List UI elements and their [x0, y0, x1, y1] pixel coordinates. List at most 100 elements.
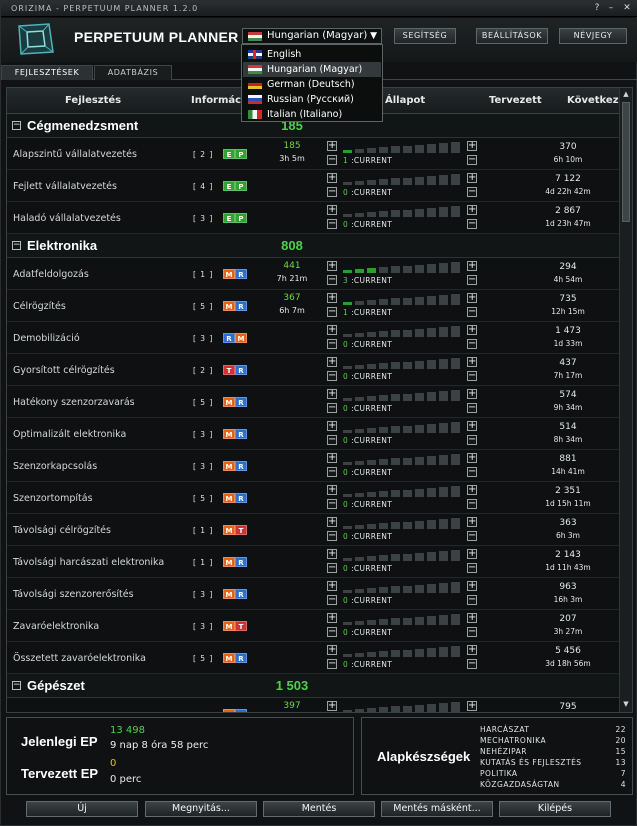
help-button[interactable]: SEGÍTSÉG — [394, 28, 456, 44]
collapse-toggle-icon[interactable]: − — [12, 121, 21, 130]
plus-button[interactable]: + — [467, 613, 477, 623]
list-item[interactable]: Demobilizáció[ 3 ] R M + − + −0:CURRENT 1 473 1d… — [7, 322, 619, 354]
col-name[interactable]: Fejlesztés — [65, 95, 121, 106]
language-option-russian[interactable]: Russian (Русский) — [243, 92, 381, 107]
about-button[interactable]: NÉVJEGY — [559, 28, 627, 44]
minus-button[interactable]: − — [327, 659, 337, 669]
minus-button[interactable]: − — [467, 403, 477, 413]
new-button[interactable]: Új — [26, 801, 138, 817]
minus-button[interactable]: − — [327, 403, 337, 413]
minus-button[interactable]: − — [327, 595, 337, 605]
list-item[interactable]: Hatékony szenzorzavarás[ 5 ] M R + − + −0:CURR… — [7, 386, 619, 418]
plus-button[interactable]: + — [467, 453, 477, 463]
list-item[interactable]: Szenzorkapcsolás[ 3 ] M R + − + −0:CURRENT 881 1… — [7, 450, 619, 482]
plus-button[interactable]: + — [467, 261, 477, 271]
plus-button[interactable]: + — [467, 701, 477, 711]
collapse-toggle-icon[interactable]: − — [12, 241, 21, 250]
exit-button[interactable]: Kilépés — [499, 801, 611, 817]
minus-button[interactable]: − — [327, 627, 337, 637]
plus-button[interactable]: + — [327, 549, 337, 559]
plus-button[interactable]: + — [327, 701, 337, 711]
minus-button[interactable]: − — [327, 563, 337, 573]
list-item[interactable]: Távolsági szenzorerősítés[ 3 ] M R + − + −0:CU… — [7, 578, 619, 610]
plus-button[interactable]: + — [327, 357, 337, 367]
col-info[interactable]: Informác — [191, 95, 241, 106]
list-item[interactable]: Összetett zavaróelektronika[ 5 ] M R + − + −0:… — [7, 642, 619, 674]
tab-developments[interactable]: FEJLESZTÉSEK — [1, 65, 93, 80]
plus-button[interactable]: + — [467, 581, 477, 591]
save-as-button[interactable]: Mentés másként... — [381, 801, 493, 817]
plus-button[interactable]: + — [327, 325, 337, 335]
plus-button[interactable]: + — [467, 205, 477, 215]
plus-button[interactable]: + — [467, 645, 477, 655]
scroll-thumb[interactable] — [622, 102, 630, 222]
plus-button[interactable]: + — [467, 173, 477, 183]
minus-button[interactable]: − — [467, 187, 477, 197]
settings-button[interactable]: BEÁLLÍTÁSOK — [476, 28, 548, 44]
plus-button[interactable]: + — [327, 261, 337, 271]
chevron-down-icon[interactable]: ▼ — [370, 29, 377, 43]
plus-button[interactable]: + — [327, 205, 337, 215]
language-option-italian[interactable]: Italian (Italiano) — [243, 107, 381, 122]
minus-button[interactable]: − — [327, 531, 337, 541]
category-header[interactable]: − Elektronika 808 — [7, 234, 619, 258]
minus-button[interactable]: − — [467, 499, 477, 509]
minus-button[interactable]: − — [327, 155, 337, 165]
list-item[interactable]: Zavaróelektronika[ 3 ] M T + − + −0:CURRENT 207… — [7, 610, 619, 642]
minus-button[interactable]: − — [327, 307, 337, 317]
language-option-german[interactable]: German (Deutsch) — [243, 77, 381, 92]
minus-button[interactable]: − — [467, 307, 477, 317]
minus-button[interactable]: − — [327, 371, 337, 381]
minus-button[interactable]: − — [327, 187, 337, 197]
list-item[interactable]: Alapszintű vállalatvezetés [ 2 ] E P 185 3h 5… — [7, 138, 619, 170]
list-item[interactable]: Haladó vállalatvezetés[ 3 ] E P + − + −0:CURRE… — [7, 202, 619, 234]
plus-button[interactable]: + — [327, 613, 337, 623]
minus-button[interactable]: − — [327, 275, 337, 285]
minus-button[interactable]: − — [467, 371, 477, 381]
plus-button[interactable]: + — [467, 517, 477, 527]
minus-button[interactable]: − — [327, 499, 337, 509]
list-item[interactable]: Szenzortompítás[ 5 ] M R + − + −0:CURRENT 2 351… — [7, 482, 619, 514]
collapse-toggle-icon[interactable]: − — [12, 681, 21, 690]
scroll-up-icon[interactable]: ▲ — [621, 90, 631, 100]
minus-button[interactable]: − — [327, 467, 337, 477]
open-button[interactable]: Megnyitás... — [145, 801, 257, 817]
minus-button[interactable]: − — [467, 339, 477, 349]
plus-button[interactable]: + — [467, 485, 477, 495]
minimize-icon[interactable]: – — [604, 2, 618, 15]
list-item[interactable]: Távolsági célrögzítés[ 1 ] M T + − + −0:CURREN… — [7, 514, 619, 546]
close-icon[interactable]: ✕ — [620, 2, 634, 15]
minus-button[interactable]: − — [467, 627, 477, 637]
tab-database[interactable]: ADATBÁZIS — [94, 65, 172, 80]
list-item[interactable]: Optimalizált elektronika[ 3 ] M R + − + −0:CUR… — [7, 418, 619, 450]
list-item[interactable]: Gyorsított célrögzítés[ 2 ] T R + − + −0:CURRE… — [7, 354, 619, 386]
plus-button[interactable]: + — [327, 581, 337, 591]
vertical-scrollbar[interactable]: ▲ ▼ — [619, 88, 632, 712]
minus-button[interactable]: − — [467, 659, 477, 669]
help-icon[interactable]: ? — [590, 2, 604, 15]
minus-button[interactable]: − — [467, 563, 477, 573]
plus-button[interactable]: + — [467, 141, 477, 151]
plus-button[interactable]: + — [467, 293, 477, 303]
plus-button[interactable]: + — [327, 421, 337, 431]
minus-button[interactable]: − — [327, 435, 337, 445]
minus-button[interactable]: − — [467, 435, 477, 445]
language-option-hungarian[interactable]: Hungarian (Magyar) — [243, 62, 381, 77]
list-item[interactable]: Adatfeldolgozás[ 1 ] M R 441 7h 21m + − + −3:CUR… — [7, 258, 619, 290]
plus-button[interactable]: + — [467, 325, 477, 335]
save-button[interactable]: Mentés — [263, 801, 375, 817]
minus-button[interactable]: − — [327, 219, 337, 229]
plus-button[interactable]: + — [327, 485, 337, 495]
language-select[interactable]: Hungarian (Magyar) ▼ — [242, 28, 382, 44]
plus-button[interactable]: + — [327, 645, 337, 655]
plus-button[interactable]: + — [467, 421, 477, 431]
col-state[interactable]: Állapot — [385, 95, 425, 106]
list-item[interactable]: Távolsági harcászati elektronika [ 1 ] M R +… — [7, 546, 619, 578]
minus-button[interactable]: − — [327, 339, 337, 349]
list-item[interactable]: Fejlett vállalatvezetés[ 4 ] E P + − + −0:CURR… — [7, 170, 619, 202]
category-header[interactable]: − Gépészet 1 503 — [7, 674, 619, 698]
plus-button[interactable]: + — [327, 517, 337, 527]
minus-button[interactable]: − — [467, 219, 477, 229]
minus-button[interactable]: − — [467, 467, 477, 477]
plus-button[interactable]: + — [327, 173, 337, 183]
